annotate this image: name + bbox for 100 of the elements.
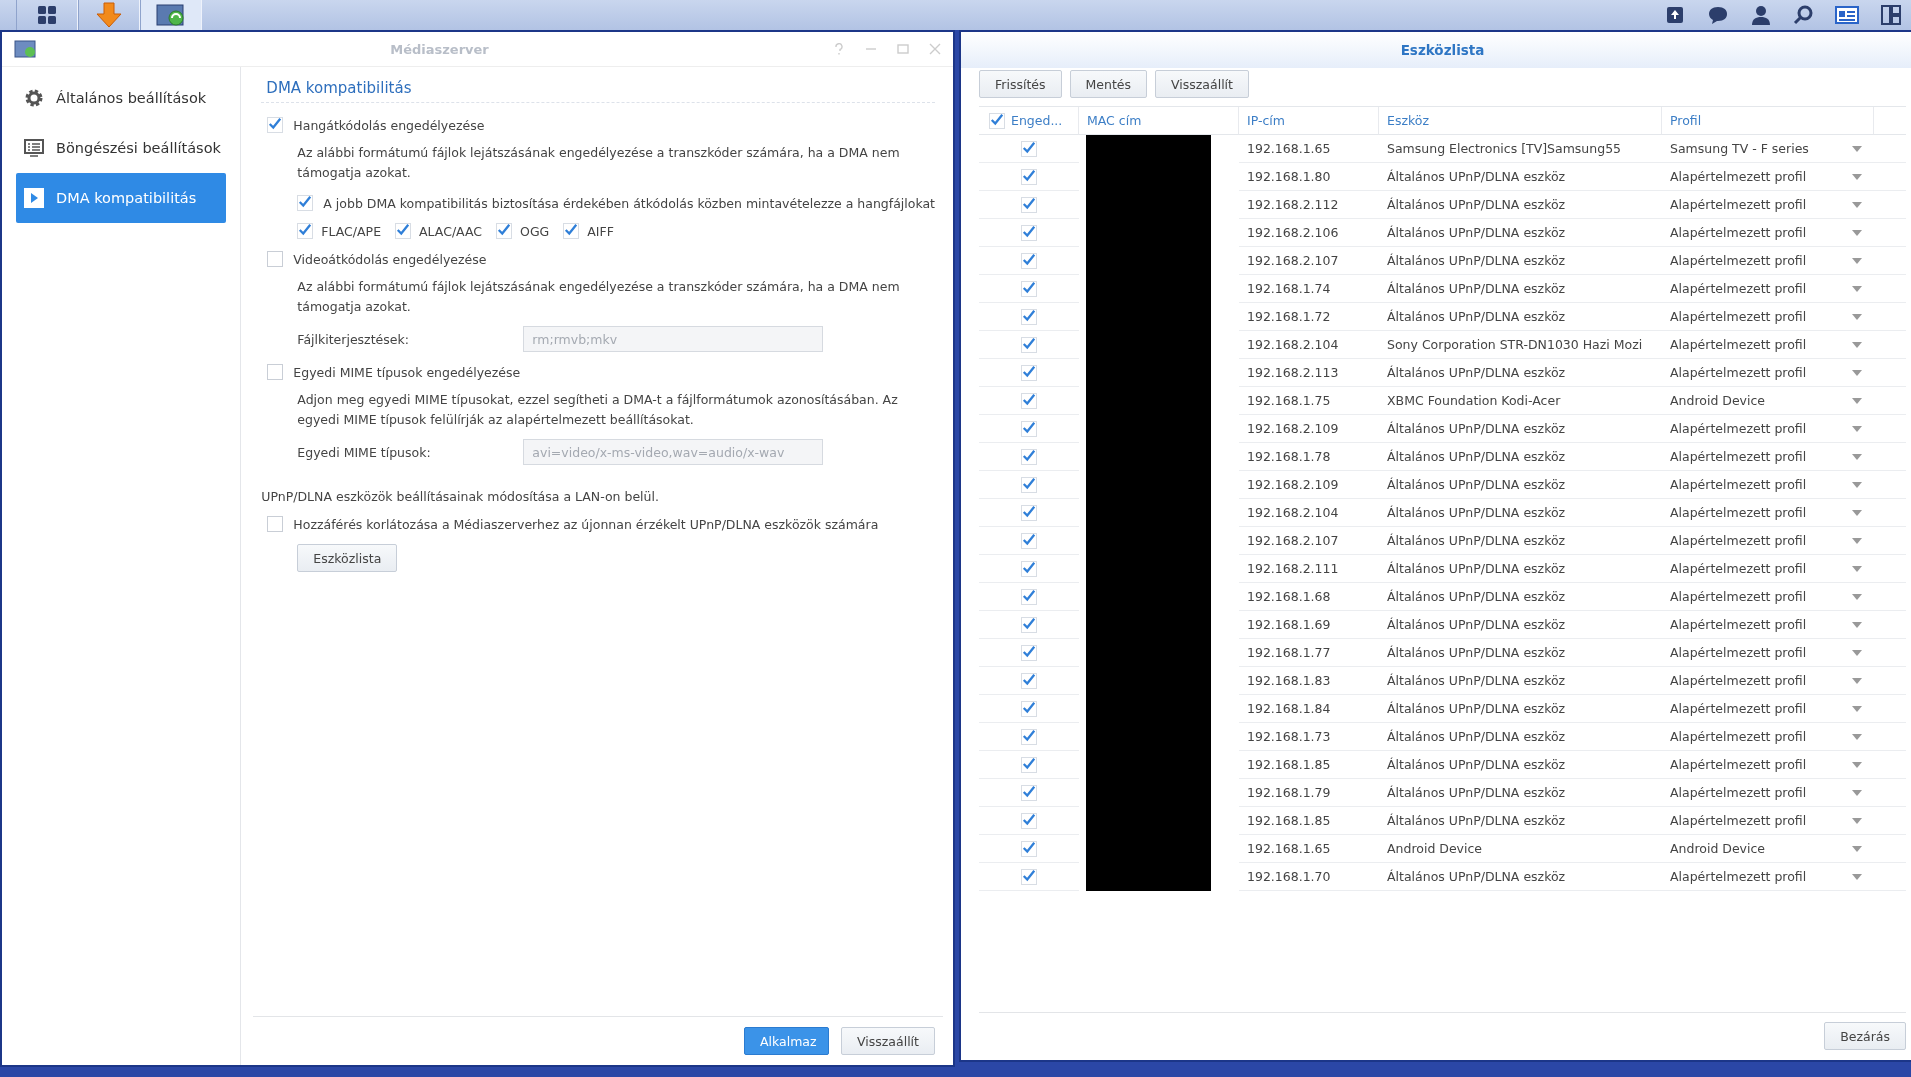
checkbox[interactable]: [297, 223, 314, 239]
search-icon[interactable]: [1793, 5, 1813, 25]
profile-dropdown[interactable]: Alapértelmezett profil: [1670, 477, 1807, 492]
caret-icon[interactable]: [1852, 537, 1862, 544]
caret-icon[interactable]: [1852, 145, 1862, 152]
checkbox[interactable]: [267, 251, 284, 267]
checkbox[interactable]: [1021, 812, 1037, 829]
checkbox[interactable]: [1021, 588, 1037, 605]
sidebar-item[interactable]: Általános beállítások: [16, 73, 227, 123]
column-header[interactable]: Eszköz: [1379, 107, 1662, 135]
close-button[interactable]: Bezárás: [1824, 1022, 1906, 1050]
caret-icon[interactable]: [1852, 705, 1862, 712]
caret-icon[interactable]: [1852, 481, 1862, 488]
caret-icon[interactable]: [1852, 313, 1862, 320]
profile-dropdown[interactable]: Alapértelmezett profil: [1670, 505, 1807, 520]
checkbox[interactable]: [1021, 644, 1037, 661]
checkbox[interactable]: [989, 112, 1005, 129]
checkbox[interactable]: [1021, 868, 1037, 885]
column-header[interactable]: Enged...: [979, 107, 1079, 135]
checkbox[interactable]: [1021, 140, 1037, 157]
id-card-icon[interactable]: [1835, 5, 1859, 25]
profile-dropdown[interactable]: Alapértelmezett profil: [1670, 701, 1807, 716]
checkbox[interactable]: [1021, 756, 1037, 773]
checkbox[interactable]: [267, 516, 284, 532]
caret-icon[interactable]: [1852, 425, 1862, 432]
caret-icon[interactable]: [1852, 621, 1862, 628]
caret-icon[interactable]: [1852, 565, 1862, 572]
toolbar-button[interactable]: Mentés: [1069, 70, 1147, 98]
profile-dropdown[interactable]: Alapértelmezett profil: [1670, 813, 1807, 828]
checkbox[interactable]: [1021, 196, 1037, 213]
profile-dropdown[interactable]: Android Device: [1670, 841, 1766, 856]
checkbox[interactable]: [496, 223, 513, 239]
caret-icon[interactable]: [1852, 201, 1862, 208]
profile-dropdown[interactable]: Samsung TV - F series: [1670, 141, 1809, 156]
profile-dropdown[interactable]: Alapértelmezett profil: [1670, 309, 1807, 324]
checkbox[interactable]: [1021, 168, 1037, 185]
caret-icon[interactable]: [1852, 285, 1862, 292]
checkbox[interactable]: [1021, 784, 1037, 801]
checkbox[interactable]: [395, 223, 412, 239]
profile-dropdown[interactable]: Alapértelmezett profil: [1670, 729, 1807, 744]
checkbox[interactable]: [1021, 560, 1037, 577]
device-list-button[interactable]: Eszközlista: [297, 544, 398, 572]
profile-dropdown[interactable]: Alapértelmezett profil: [1670, 421, 1807, 436]
profile-dropdown[interactable]: Alapértelmezett profil: [1670, 673, 1807, 688]
profile-dropdown[interactable]: Alapértelmezett profil: [1670, 757, 1807, 772]
caret-icon[interactable]: [1852, 257, 1862, 264]
caret-icon[interactable]: [1852, 341, 1862, 348]
caret-icon[interactable]: [1852, 369, 1862, 376]
toolbar-button[interactable]: Visszaállít: [1155, 70, 1249, 98]
profile-dropdown[interactable]: Alapértelmezett profil: [1670, 785, 1807, 800]
caret-icon[interactable]: [1852, 649, 1862, 656]
caret-icon[interactable]: [1852, 229, 1862, 236]
caret-icon[interactable]: [1852, 873, 1862, 880]
caret-icon[interactable]: [1852, 453, 1862, 460]
checkbox[interactable]: [1021, 336, 1037, 353]
checkbox[interactable]: [297, 195, 314, 211]
checkbox[interactable]: [1021, 364, 1037, 381]
caret-icon[interactable]: [1852, 397, 1862, 404]
checkbox[interactable]: [1021, 840, 1037, 857]
profile-dropdown[interactable]: Alapértelmezett profil: [1670, 449, 1807, 464]
checkbox[interactable]: [1021, 252, 1037, 269]
layout-icon[interactable]: [1881, 5, 1901, 25]
caret-icon[interactable]: [1852, 789, 1862, 796]
checkbox[interactable]: [1021, 392, 1037, 409]
chat-icon[interactable]: [1707, 5, 1729, 25]
profile-dropdown[interactable]: Alapértelmezett profil: [1670, 561, 1807, 576]
caret-icon[interactable]: [1852, 761, 1862, 768]
reset-button[interactable]: Visszaállít: [841, 1027, 935, 1055]
caret-icon[interactable]: [1852, 173, 1862, 180]
checkbox[interactable]: [1021, 308, 1037, 325]
profile-dropdown[interactable]: Alapértelmezett profil: [1670, 617, 1807, 632]
profile-dropdown[interactable]: Alapértelmezett profil: [1670, 645, 1807, 660]
checkbox[interactable]: [563, 223, 580, 239]
profile-dropdown[interactable]: Alapértelmezett profil: [1670, 589, 1807, 604]
profile-dropdown[interactable]: Alapértelmezett profil: [1670, 533, 1807, 548]
checkbox[interactable]: [1021, 476, 1037, 493]
checkbox[interactable]: [1021, 532, 1037, 549]
checkbox[interactable]: [1021, 280, 1037, 297]
caret-icon[interactable]: [1852, 509, 1862, 516]
checkbox[interactable]: [1021, 616, 1037, 633]
checkbox[interactable]: [1021, 728, 1037, 745]
upload-icon[interactable]: [1665, 5, 1685, 25]
checkbox[interactable]: [1021, 700, 1037, 717]
profile-dropdown[interactable]: Alapértelmezett profil: [1670, 225, 1807, 240]
profile-dropdown[interactable]: Alapértelmezett profil: [1670, 365, 1807, 380]
caret-icon[interactable]: [1852, 845, 1862, 852]
user-icon[interactable]: [1751, 5, 1771, 25]
profile-dropdown[interactable]: Alapértelmezett profil: [1670, 869, 1807, 884]
sidebar-item[interactable]: DMA kompatibilitás: [16, 173, 227, 223]
checkbox[interactable]: [1021, 420, 1037, 437]
sidebar-item[interactable]: Böngészési beállítások: [16, 123, 227, 173]
checkbox[interactable]: [1021, 448, 1037, 465]
caret-icon[interactable]: [1852, 677, 1862, 684]
checkbox[interactable]: [1021, 504, 1037, 521]
checkbox[interactable]: [267, 364, 284, 380]
profile-dropdown[interactable]: Alapértelmezett profil: [1670, 197, 1807, 212]
profile-dropdown[interactable]: Android Device: [1670, 393, 1766, 408]
profile-dropdown[interactable]: Alapértelmezett profil: [1670, 253, 1807, 268]
column-header[interactable]: IP-cím: [1239, 107, 1379, 135]
profile-dropdown[interactable]: Alapértelmezett profil: [1670, 169, 1807, 184]
